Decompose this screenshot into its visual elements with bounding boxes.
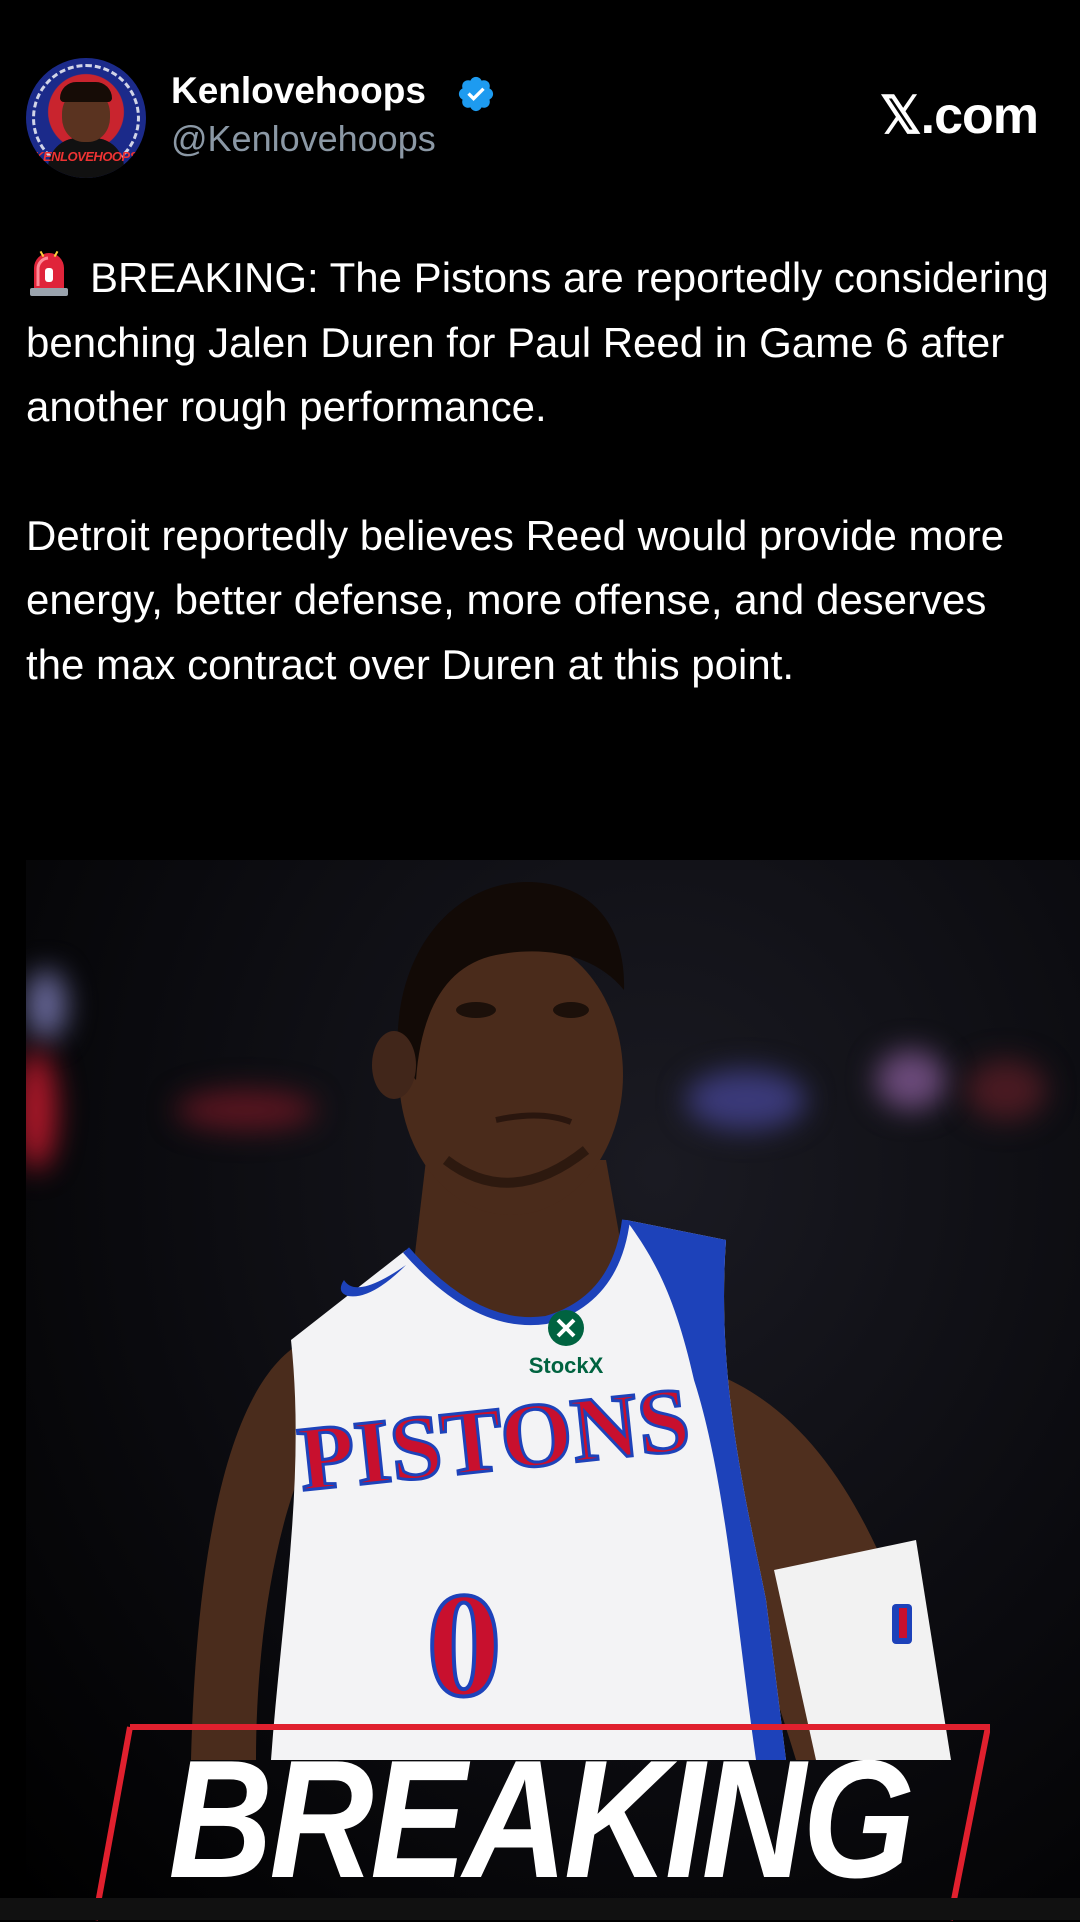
author-display-name[interactable]: Kenlovehoops (171, 70, 426, 112)
author-handle[interactable]: @Kenlovehoops (171, 118, 436, 160)
avatar-logo-text: KENLOVEHOOPS (34, 149, 138, 164)
bottom-edge (0, 1898, 1080, 1920)
tweet-paragraph-1-text: BREAKING: The Pistons are reportedly con… (26, 254, 1049, 430)
verified-badge-icon (458, 76, 494, 112)
author-avatar[interactable]: KENLOVEHOOPS (26, 58, 146, 178)
tweet-paragraph-1: BREAKING: The Pistons are reportedly con… (26, 246, 1056, 440)
site-watermark: 𝕏.com (879, 87, 1039, 145)
breaking-banner-text: BREAKING (168, 1725, 915, 1913)
tweet-text: BREAKING: The Pistons are reportedly con… (26, 246, 1056, 697)
tweet-paragraph-2: Detroit reportedly believes Reed would p… (26, 511, 1005, 688)
rotating-light-icon (30, 250, 68, 296)
sponsor-label: StockX (529, 1353, 604, 1378)
jersey-number: 0 (427, 1562, 502, 1728)
avatar-hair (60, 82, 112, 102)
tweet-header: KENLOVEHOOPS Kenlovehoops @Kenlovehoops … (26, 58, 1054, 186)
